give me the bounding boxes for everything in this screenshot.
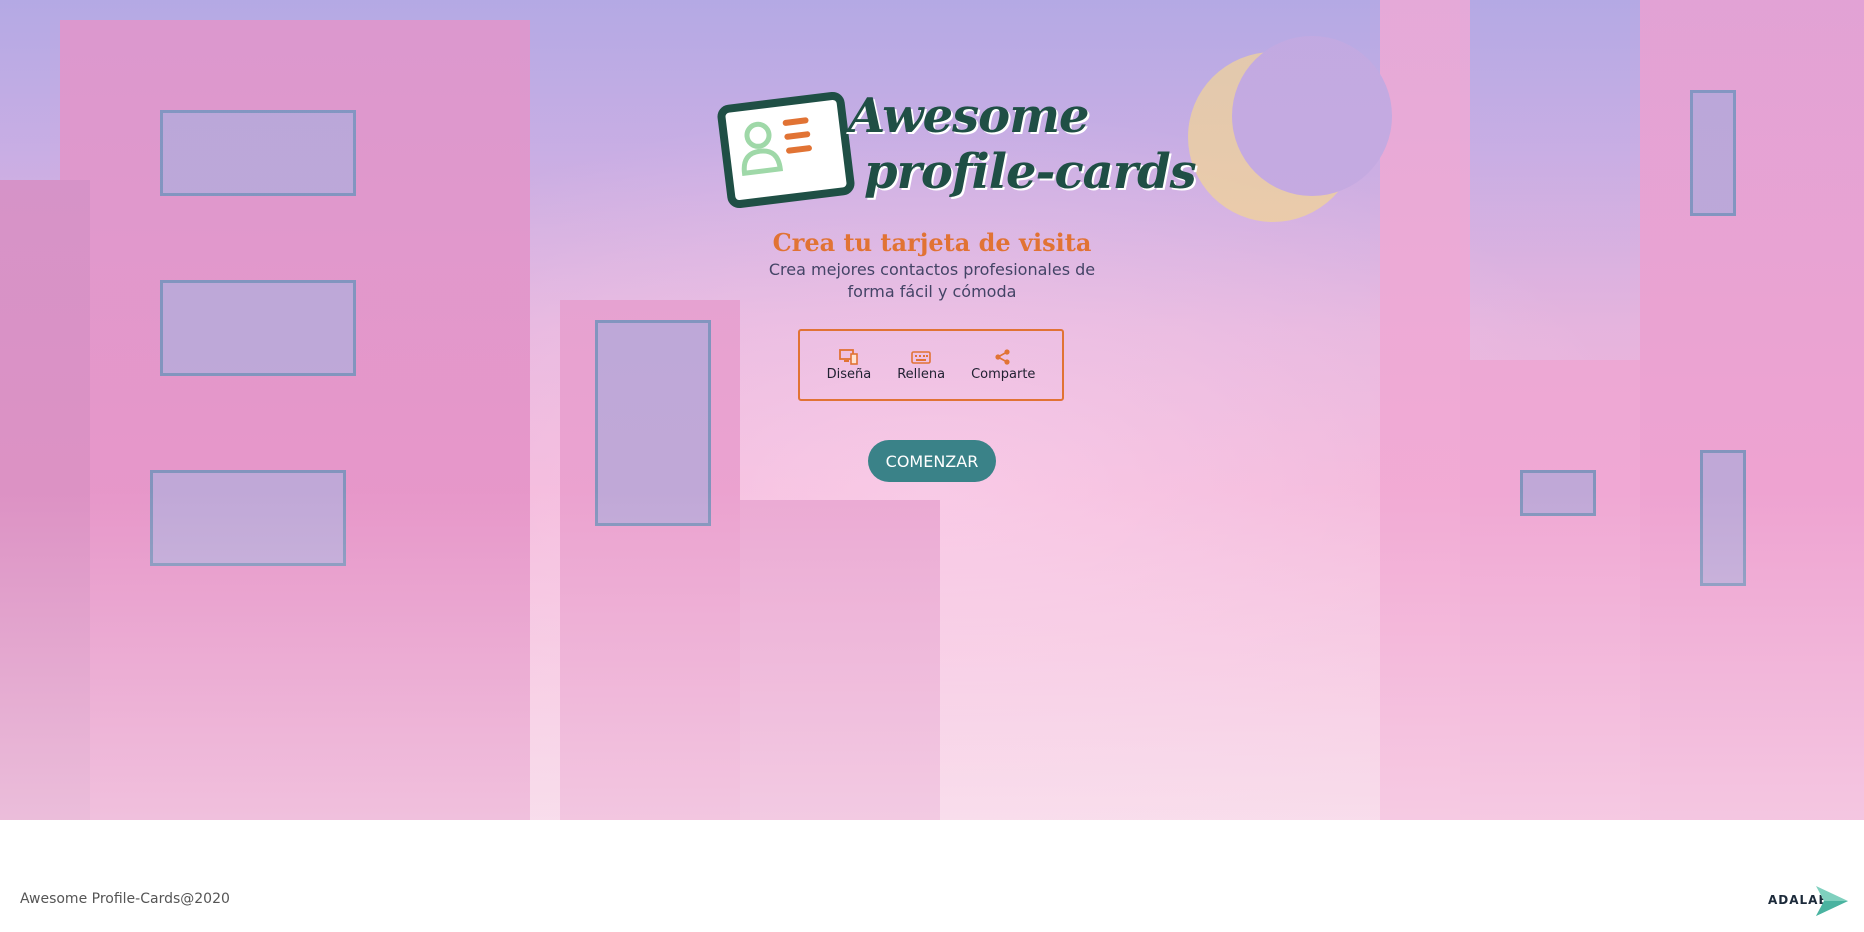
steps-box: Diseña Rellena Comparte (798, 329, 1064, 401)
page-subheadline: Crea mejores contactos profesionales de … (732, 259, 1132, 303)
step-fill-label: Rellena (897, 366, 946, 382)
hero-section: Awesome profile-cards Crea tu tarjeta de… (0, 0, 1864, 820)
page-headline: Crea tu tarjeta de visita (772, 228, 1092, 257)
adalab-arrow-icon (1816, 886, 1848, 916)
subheadline-line-1: Crea mejores contactos profesionales de (768, 260, 1096, 279)
step-design[interactable]: Diseña (823, 348, 876, 382)
logo: Awesome profile-cards (716, 88, 1197, 210)
step-design-label: Diseña (826, 366, 872, 382)
logo-text: Awesome profile-cards (848, 88, 1197, 200)
logo-line-2: profile-cards (864, 144, 1197, 200)
start-button[interactable]: COMENZAR (868, 440, 996, 482)
subheadline-line-2: forma fácil y cómoda (847, 282, 1017, 301)
profile-card-icon (716, 90, 856, 210)
adalab-logo[interactable]: ADALAB (1766, 884, 1848, 918)
step-share-label: Comparte (971, 366, 1036, 382)
design-devices-icon (838, 348, 858, 365)
step-share[interactable]: Comparte (967, 348, 1039, 382)
step-fill[interactable]: Rellena (893, 349, 949, 382)
footer-copyright: Awesome Profile-Cards@2020 (20, 891, 230, 907)
logo-line-1: Awesome (848, 88, 1090, 144)
keyboard-icon (911, 350, 931, 364)
share-icon (995, 348, 1010, 365)
